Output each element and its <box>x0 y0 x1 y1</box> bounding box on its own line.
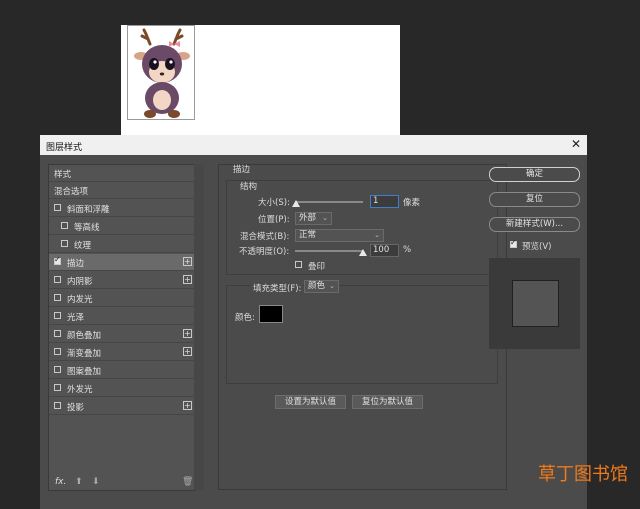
reset-button[interactable]: 复位 <box>489 192 580 207</box>
fill-type-dropdown[interactable]: 颜色 ⌄ <box>304 280 339 293</box>
add-inner-shadow-icon[interactable]: + <box>183 275 192 284</box>
new-style-button[interactable]: 新建样式(W)... <box>489 217 580 232</box>
set-default-button[interactable]: 设置为默认值 <box>275 395 346 409</box>
position-dropdown[interactable]: 外部 ⌄ <box>295 212 332 225</box>
list-item-contour[interactable]: 等高线 <box>49 218 195 235</box>
fill-type-label: 填充类型(F): <box>251 282 304 294</box>
dialog-titlebar: 图层样式 ✕ <box>40 135 587 155</box>
stroke-checkbox[interactable] <box>54 255 61 265</box>
preview-label: 预览(V) <box>522 242 552 252</box>
list-item-label: 等高线 <box>74 223 100 233</box>
close-icon[interactable]: ✕ <box>571 137 581 151</box>
fill-group: 填充类型(F): 颜色 ⌄ 颜色: <box>226 280 498 384</box>
chevron-down-icon: ⌄ <box>329 282 335 290</box>
inner-glow-checkbox[interactable] <box>54 294 61 301</box>
ok-button[interactable]: 确定 <box>489 167 580 182</box>
pattern-overlay-checkbox[interactable] <box>54 366 61 373</box>
move-down-icon[interactable]: ⬇ <box>92 477 100 487</box>
opacity-slider-thumb[interactable] <box>359 249 367 256</box>
outer-glow-checkbox[interactable] <box>54 384 61 391</box>
style-preview <box>489 258 580 349</box>
blend-mode-dropdown[interactable]: 正常 ⌄ <box>295 229 384 242</box>
bevel-emboss-checkbox[interactable] <box>54 204 61 211</box>
blend-mode-label: 混合模式(B): <box>240 232 290 242</box>
stroke-settings-panel: 描边 结构 大小(S): 1 像素 位置(P): 外部 ⌄ 混合模式(B): 正… <box>218 164 507 490</box>
list-item-label: 斜面和浮雕 <box>67 205 110 215</box>
list-item-label: 投影 <box>67 403 85 413</box>
gradient-overlay-checkbox[interactable] <box>54 348 61 355</box>
style-list-scrollbar[interactable] <box>194 164 204 490</box>
list-item-label: 颜色叠加 <box>67 331 102 341</box>
list-item-drop-shadow[interactable]: 投影 + <box>49 398 195 415</box>
list-item-inner-shadow[interactable]: 内阴影 + <box>49 272 195 289</box>
list-item-color-overlay[interactable]: 颜色叠加 + <box>49 326 195 343</box>
color-overlay-checkbox[interactable] <box>54 330 61 337</box>
chevron-down-icon: ⌄ <box>322 214 328 222</box>
style-list-panel: 样式 混合选项 斜面和浮雕 等高线 纹理 描边 + 内阴影 + 内发 <box>48 164 196 491</box>
size-input[interactable]: 1 <box>370 195 399 208</box>
add-drop-shadow-icon[interactable]: + <box>183 401 192 410</box>
trash-icon[interactable]: 🗑 <box>182 477 193 487</box>
list-item-label: 光泽 <box>67 313 85 323</box>
list-item-bevel-emboss[interactable]: 斜面和浮雕 <box>49 200 195 217</box>
fx-icon[interactable]: fx. <box>55 477 66 487</box>
stroke-section-title: 描边 <box>233 165 251 175</box>
list-item-gradient-overlay[interactable]: 渐变叠加 + <box>49 344 195 361</box>
list-item-label: 样式 <box>54 170 72 180</box>
size-slider[interactable] <box>295 201 363 203</box>
color-label: 颜色: <box>235 313 255 323</box>
list-item-label: 图案叠加 <box>67 367 102 377</box>
reset-default-button[interactable]: 复位为默认值 <box>352 395 423 409</box>
position-label: 位置(P): <box>258 215 290 225</box>
drop-shadow-checkbox[interactable] <box>54 402 61 409</box>
opacity-input[interactable]: 100 <box>370 244 399 257</box>
list-item-texture[interactable]: 纹理 <box>49 236 195 253</box>
color-swatch[interactable] <box>259 305 283 323</box>
list-item-label: 纹理 <box>74 241 92 251</box>
blend-mode-value: 正常 <box>299 230 317 240</box>
overprint-checkbox[interactable] <box>295 261 302 268</box>
list-item-satin[interactable]: 光泽 <box>49 308 195 325</box>
deer-image <box>127 25 195 120</box>
list-item-pattern-overlay[interactable]: 图案叠加 <box>49 362 195 379</box>
satin-checkbox[interactable] <box>54 312 61 319</box>
layer-style-dialog: 图层样式 ✕ 样式 混合选项 斜面和浮雕 等高线 纹理 描边 + 内阴影 <box>40 135 587 509</box>
watermark-logo: 草丁图书馆 <box>538 464 628 485</box>
list-item-inner-glow[interactable]: 内发光 <box>49 290 195 307</box>
list-item-label: 内阴影 <box>67 277 93 287</box>
preview-checkbox[interactable] <box>510 238 517 248</box>
list-item-label: 渐变叠加 <box>67 349 102 359</box>
chevron-down-icon: ⌄ <box>374 231 380 239</box>
size-unit: 像素 <box>403 198 421 208</box>
fill-type-value: 颜色 <box>308 281 326 291</box>
overprint-label: 叠印 <box>308 262 326 272</box>
opacity-unit: % <box>403 245 412 255</box>
size-label: 大小(S): <box>258 198 290 208</box>
position-value: 外部 <box>299 213 317 223</box>
opacity-label: 不透明度(O): <box>239 247 290 257</box>
list-item-label: 内发光 <box>67 295 93 305</box>
add-stroke-icon[interactable]: + <box>183 257 192 266</box>
contour-checkbox[interactable] <box>61 222 68 229</box>
preview-swatch <box>512 280 559 327</box>
opacity-slider[interactable] <box>295 250 363 252</box>
list-item-label: 混合选项 <box>54 187 89 197</box>
list-item-stroke[interactable]: 描边 + <box>49 254 195 271</box>
add-color-overlay-icon[interactable]: + <box>183 329 192 338</box>
list-item-label: 外发光 <box>67 385 93 395</box>
size-slider-thumb[interactable] <box>292 200 300 207</box>
list-item-blending-options[interactable]: 混合选项 <box>49 182 195 199</box>
dialog-title: 图层样式 <box>46 143 83 153</box>
structure-title: 结构 <box>240 182 258 192</box>
list-item-label: 描边 <box>67 259 85 269</box>
texture-checkbox[interactable] <box>61 240 68 247</box>
list-item-styles[interactable]: 样式 <box>49 165 195 182</box>
list-item-outer-glow[interactable]: 外发光 <box>49 380 195 397</box>
structure-group: 结构 大小(S): 1 像素 位置(P): 外部 ⌄ 混合模式(B): 正常 ⌄… <box>226 180 498 275</box>
move-up-icon[interactable]: ⬆ <box>75 477 83 487</box>
inner-shadow-checkbox[interactable] <box>54 276 61 283</box>
add-gradient-overlay-icon[interactable]: + <box>183 347 192 356</box>
